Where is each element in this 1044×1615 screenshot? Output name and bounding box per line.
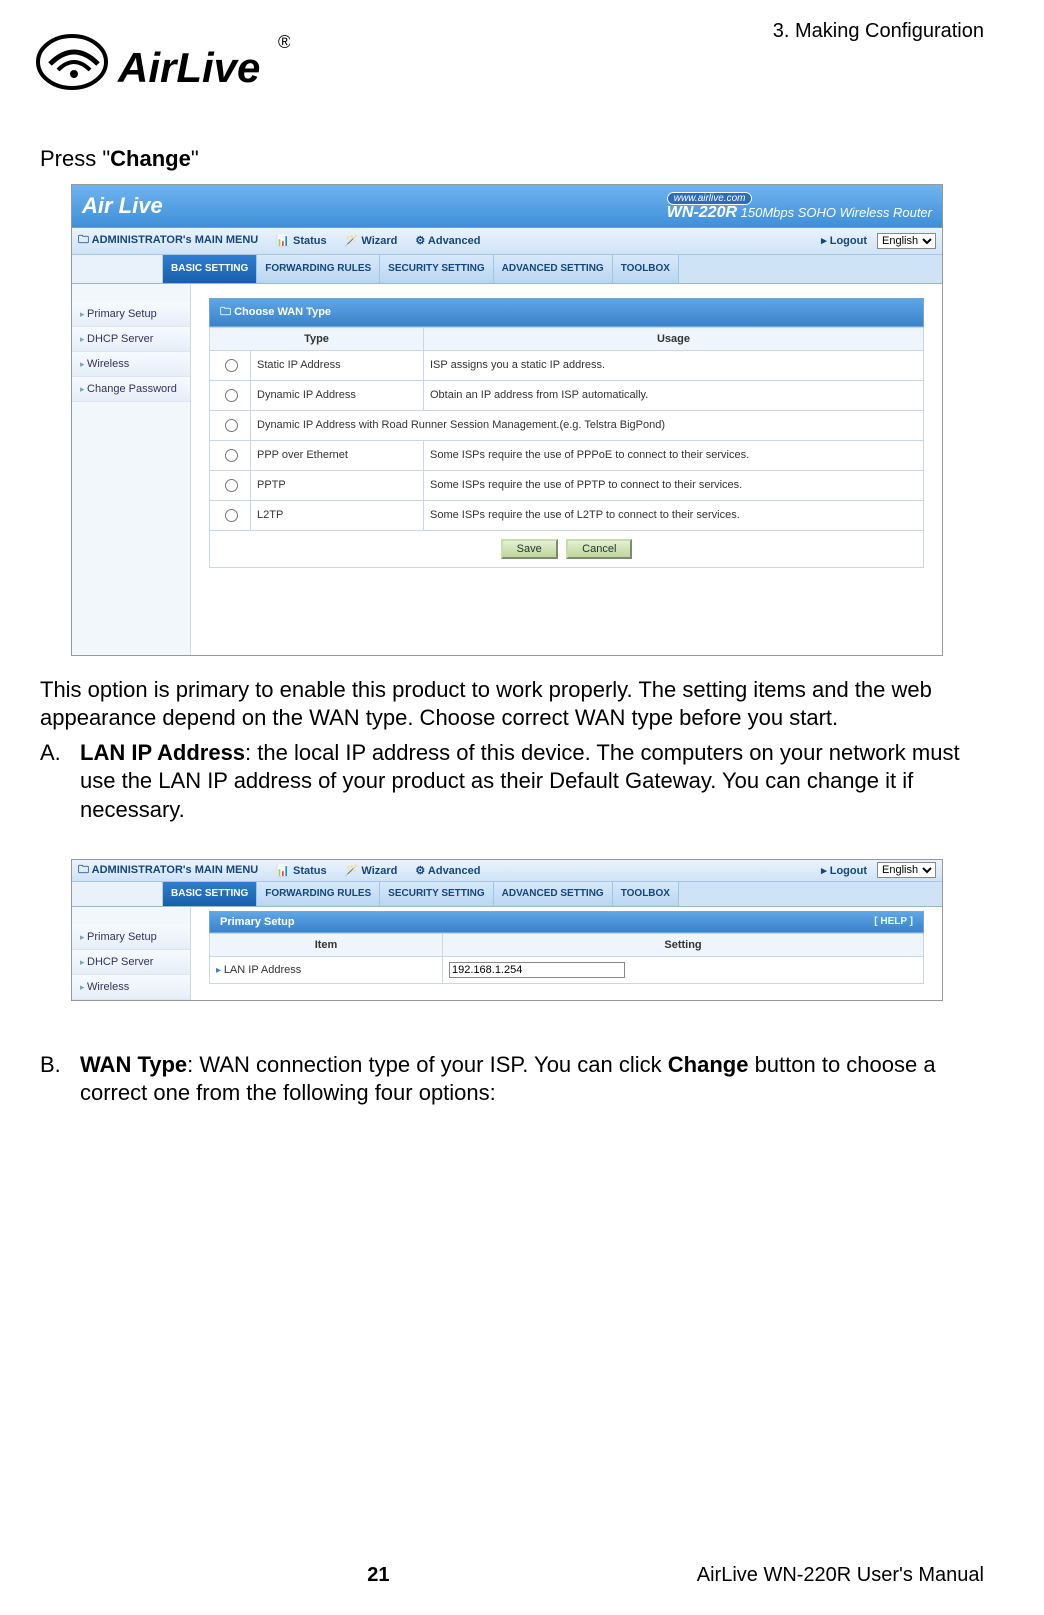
screenshot-choose-wan-type: Air Live www.airlive.com WN-220R 150Mbps… <box>71 184 943 656</box>
language-select-2[interactable]: English <box>877 862 936 878</box>
router-logo: Air Live <box>82 193 163 219</box>
col-usage: Usage <box>424 327 924 350</box>
radio-dynamic-ip-rr[interactable] <box>225 419 238 432</box>
menu-wizard[interactable]: 🪄 Wizard <box>345 234 398 247</box>
table-row: Dynamic IP Address with Road Runner Sess… <box>210 410 924 440</box>
logout-link-2[interactable]: ▸ Logout <box>821 864 867 877</box>
sidebar-dhcp-server-2[interactable]: DHCP Server <box>72 950 190 975</box>
table-row: PPTP Some ISPs require the use of PPTP t… <box>210 470 924 500</box>
intro-line: Press "Change" <box>40 145 984 174</box>
table-row: Static IP Address ISP assigns you a stat… <box>210 350 924 380</box>
help-link[interactable]: [ HELP ] <box>874 916 913 927</box>
tab-toolbox-2[interactable]: TOOLBOX <box>613 882 679 905</box>
panel-title-2: Primary Setup [ HELP ] <box>209 911 924 933</box>
list-marker-a: A. <box>40 739 80 825</box>
tab-basic-setting-2[interactable]: BASIC SETTING <box>163 882 257 905</box>
svg-text:®: ® <box>278 32 290 52</box>
tab-forwarding-rules-2[interactable]: FORWARDING RULES <box>257 882 380 905</box>
menu-advanced-2[interactable]: ⚙ Advanced <box>415 864 480 877</box>
svg-text:AirLive: AirLive <box>117 44 260 91</box>
item-b-text: WAN Type: WAN connection type of your IS… <box>80 1051 984 1108</box>
logout-link[interactable]: ▸ Logout <box>821 234 867 247</box>
sidebar-primary-setup[interactable]: Primary Setup <box>72 302 190 327</box>
wan-type-table: Type Usage Static IP Address ISP assigns… <box>209 327 924 531</box>
sidebar-dhcp-server[interactable]: DHCP Server <box>72 327 190 352</box>
panel-title: Choose WAN Type <box>209 298 924 327</box>
sidebar-primary-setup-2[interactable]: Primary Setup <box>72 925 190 950</box>
sidebar-wireless[interactable]: Wireless <box>72 352 190 377</box>
tab-security-setting-2[interactable]: SECURITY SETTING <box>380 882 494 905</box>
admin-menu-title: 🗀 ADMINISTRATOR's MAIN MENU <box>78 231 258 250</box>
cancel-button[interactable]: Cancel <box>566 539 632 559</box>
sidebar-change-password[interactable]: Change Password <box>72 377 190 402</box>
table-row: L2TP Some ISPs require the use of L2TP t… <box>210 500 924 530</box>
admin-menu-title-2: 🗀 ADMINISTRATOR's MAIN MENU <box>78 861 258 880</box>
save-button[interactable]: Save <box>501 539 558 559</box>
tab-advanced-setting-2[interactable]: ADVANCED SETTING <box>494 882 613 905</box>
row-lan-ip-label: LAN IP Address <box>210 956 443 983</box>
menu-wizard-2[interactable]: 🪄 Wizard <box>345 864 398 877</box>
menu-advanced[interactable]: ⚙ Advanced <box>415 234 480 247</box>
sidebar-wireless-2[interactable]: Wireless <box>72 975 190 1000</box>
tab-toolbox[interactable]: TOOLBOX <box>613 255 679 283</box>
primary-setup-table: Item Setting LAN IP Address <box>209 933 924 984</box>
tab-basic-setting[interactable]: BASIC SETTING <box>163 255 257 283</box>
table-row: LAN IP Address <box>210 956 924 983</box>
tab-advanced-setting[interactable]: ADVANCED SETTING <box>494 255 613 283</box>
radio-dynamic-ip[interactable] <box>225 389 238 402</box>
chapter-header: 3. Making Configuration <box>773 20 984 43</box>
paragraph-wan-description: This option is primary to enable this pr… <box>40 676 984 733</box>
language-select[interactable]: English <box>877 233 936 249</box>
menu-status[interactable]: 📊 Status <box>276 234 326 247</box>
item-a-text: LAN IP Address: the local IP address of … <box>80 739 984 825</box>
footer-manual-title: AirLive WN-220R User's Manual <box>697 1564 984 1587</box>
col-setting: Setting <box>443 933 924 956</box>
airlive-logo: AirLive ® <box>30 30 290 115</box>
lan-ip-input[interactable] <box>449 962 625 978</box>
radio-pppoe[interactable] <box>225 449 238 462</box>
screenshot-primary-setup: 🗀 ADMINISTRATOR's MAIN MENU 📊 Status 🪄 W… <box>71 859 943 1001</box>
radio-l2tp[interactable] <box>225 509 238 522</box>
tab-security-setting[interactable]: SECURITY SETTING <box>380 255 494 283</box>
page-number: 21 <box>367 1564 389 1587</box>
menu-status-2[interactable]: 📊 Status <box>276 864 326 877</box>
table-row: Dynamic IP Address Obtain an IP address … <box>210 380 924 410</box>
list-marker-b: B. <box>40 1051 80 1108</box>
radio-static-ip[interactable] <box>225 359 238 372</box>
col-type: Type <box>210 327 424 350</box>
table-row: PPP over Ethernet Some ISPs require the … <box>210 440 924 470</box>
radio-pptp[interactable] <box>225 479 238 492</box>
col-item: Item <box>210 933 443 956</box>
tab-forwarding-rules[interactable]: FORWARDING RULES <box>257 255 380 283</box>
